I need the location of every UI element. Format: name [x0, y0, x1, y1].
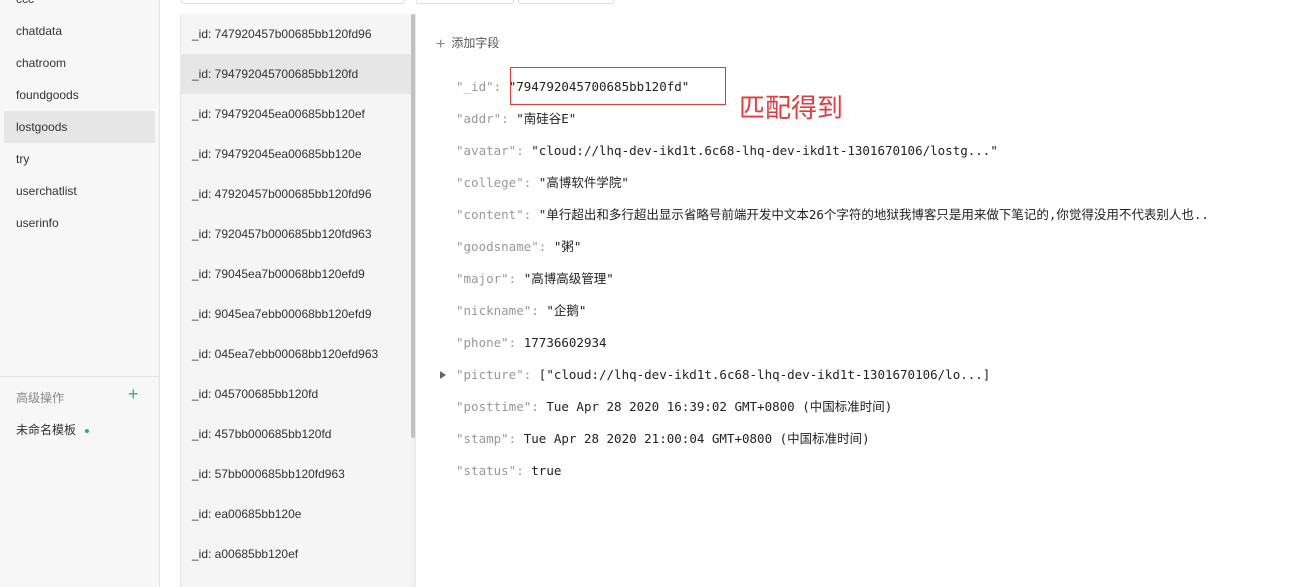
record-item[interactable]: _id: a00685bb120ef [181, 534, 413, 574]
field-key: "content": [456, 207, 532, 222]
collection-item-foundgoods[interactable]: foundgoods [4, 79, 155, 111]
record-item[interactable]: _id: 794792045ea00685bb120e [181, 134, 413, 174]
field-row-goodsname[interactable]: "goodsname": "粥" [456, 238, 581, 256]
top-tab-stub[interactable] [416, 0, 514, 4]
status-dot-icon [85, 429, 89, 433]
record-item[interactable]: _id: 57bb000685bb120fd963 [181, 454, 413, 494]
field-key: "phone": [456, 335, 517, 350]
collection-sidebar: ccc chatdata chatroom foundgoods lostgoo… [0, 0, 160, 587]
field-key: "avatar": [456, 143, 524, 158]
field-row-avatar[interactable]: "avatar": "cloud://lhq-dev-ikd1t.6c68-lh… [456, 142, 998, 160]
collection-item-try[interactable]: try [4, 143, 155, 175]
record-item[interactable]: _id: 457bb000685bb120fd [181, 414, 413, 454]
field-key: "status": [456, 463, 524, 478]
top-tab-stub[interactable] [518, 0, 614, 4]
collection-item-lostgoods[interactable]: lostgoods [4, 111, 155, 143]
collection-item-chatroom[interactable]: chatroom [4, 47, 155, 79]
record-item[interactable]: _id: 9045ea7ebb00068bb120efd9 [181, 294, 413, 334]
add-field-button[interactable]: + 添加字段 [436, 34, 499, 54]
record-item[interactable]: _id: 747920457b00685bb120fd96 [181, 14, 413, 54]
field-key: "nickname": [456, 303, 539, 318]
field-value[interactable]: Tue Apr 28 2020 16:39:02 GMT+0800 (中国标准时… [546, 399, 892, 414]
field-value[interactable]: 17736602934 [524, 335, 607, 350]
field-value[interactable]: ["cloud://lhq-dev-ikd1t.6c68-lhq-dev-ikd… [539, 367, 991, 382]
field-value[interactable]: "高博软件学院" [539, 175, 629, 190]
plus-icon: + [436, 36, 446, 53]
field-row-posttime[interactable]: "posttime": Tue Apr 28 2020 16:39:02 GMT… [456, 398, 892, 416]
sidebar-divider [0, 376, 159, 377]
annotation-text: 匹配得到 [739, 94, 844, 124]
plus-icon[interactable]: + [128, 385, 139, 403]
field-key: "goodsname": [456, 239, 547, 254]
collection-item-ccc[interactable]: ccc [4, 0, 155, 15]
record-item-selected[interactable]: _id: 794792045700685bb120fd [181, 54, 413, 94]
field-row-addr[interactable]: "addr": "南硅谷E" [456, 110, 576, 128]
field-value[interactable]: "南硅谷E" [516, 111, 576, 126]
add-field-label: 添加字段 [451, 36, 500, 50]
field-value[interactable]: "粥" [554, 239, 582, 254]
field-value[interactable]: "高博高级管理" [524, 271, 614, 286]
field-row-major[interactable]: "major": "高博高级管理" [456, 270, 614, 288]
annotation-highlight-box [510, 67, 726, 105]
field-row-content[interactable]: "content": "单行超出和多行超出显示省略号前端开发中文本26个字符的地… [456, 206, 1209, 224]
field-key: "stamp": [456, 431, 517, 446]
record-item[interactable]: _id: 794792045ea00685bb120ef [181, 94, 413, 134]
field-row-status[interactable]: "status": true [456, 462, 561, 480]
field-key: "major": [456, 271, 517, 286]
field-row-phone[interactable]: "phone": 17736602934 [456, 334, 607, 352]
advanced-operations-label: 高级操作 [16, 391, 65, 405]
record-item[interactable]: _id: 7920457b000685bb120fd963 [181, 214, 413, 254]
collection-item-userchatlist[interactable]: userchatlist [4, 175, 155, 207]
field-value[interactable]: true [531, 463, 561, 478]
field-row-picture[interactable]: "picture": ["cloud://lhq-dev-ikd1t.6c68-… [456, 366, 990, 384]
top-tab-stub[interactable] [181, 0, 405, 4]
field-value[interactable]: "单行超出和多行超出显示省略号前端开发中文本26个字符的地狱我博客只是用来做下笔… [539, 207, 1209, 222]
collection-item-chatdata[interactable]: chatdata [4, 15, 155, 47]
field-value[interactable]: "cloud://lhq-dev-ikd1t.6c68-lhq-dev-ikd1… [531, 143, 998, 158]
record-item[interactable]: _id: ea00685bb120e [181, 494, 413, 534]
field-key: "picture": [456, 367, 532, 382]
field-value[interactable]: "企鹅" [546, 303, 586, 318]
record-item[interactable]: _id: 045ea7ebb00068bb120efd963 [181, 334, 413, 374]
field-row-nickname[interactable]: "nickname": "企鹅" [456, 302, 586, 320]
record-item[interactable]: _id: 79045ea7b00068bb120efd9 [181, 254, 413, 294]
field-row-stamp[interactable]: "stamp": Tue Apr 28 2020 21:00:04 GMT+08… [456, 430, 870, 448]
untitled-template-item[interactable]: 未命名模板 [16, 421, 76, 438]
record-list: _id: 747920457b00685bb120fd96 _id: 79479… [180, 14, 413, 587]
expand-arrow-icon[interactable] [439, 370, 447, 380]
field-key: "_id": [456, 79, 502, 94]
field-row-college[interactable]: "college": "高博软件学院" [456, 174, 629, 192]
field-key: "addr": [456, 111, 509, 126]
field-value[interactable]: Tue Apr 28 2020 21:00:04 GMT+0800 (中国标准时… [524, 431, 870, 446]
collection-item-userinfo[interactable]: userinfo [4, 207, 155, 239]
record-item[interactable]: _id: 47920457b000685bb120fd96 [181, 174, 413, 214]
field-key: "posttime": [456, 399, 539, 414]
record-item[interactable]: _id: 045700685bb120fd [181, 374, 413, 414]
field-key: "college": [456, 175, 532, 190]
